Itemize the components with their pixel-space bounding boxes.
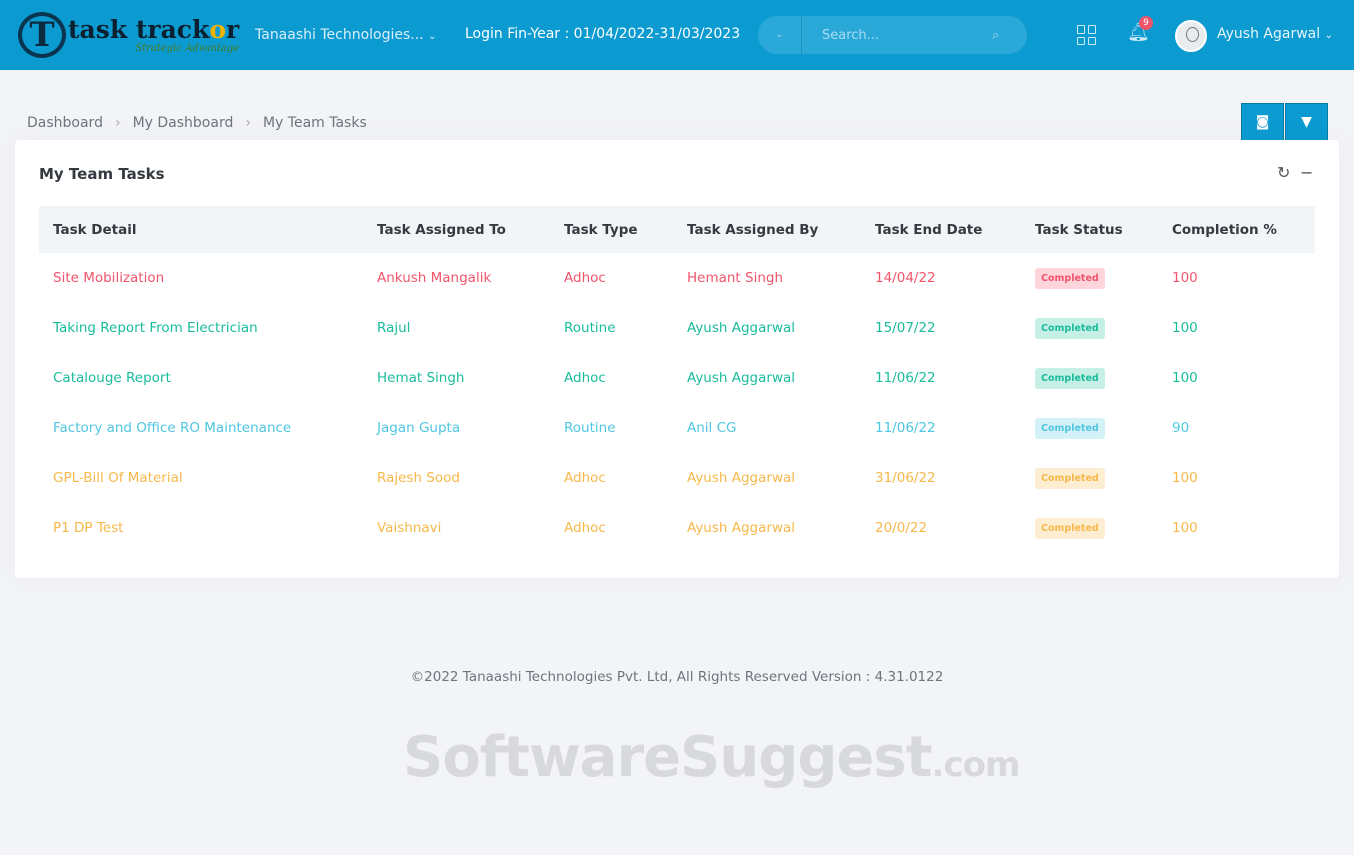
user-name: Ayush Agarwal [1217,26,1321,42]
notification-badge: 9 [1139,16,1153,30]
cell-end: 14/04/22 [875,270,936,286]
cell-by: Hemant Singh [687,270,784,286]
cell-detail[interactable]: Taking Report From Electrician [39,303,363,353]
column-header[interactable]: Task End Date [861,206,1021,253]
filter-button[interactable]: ▼ [1285,103,1328,141]
cell-pct: 100 [1172,470,1198,486]
cell-detail[interactable]: GPL-Bill Of Material [39,453,363,503]
org-selector[interactable]: Tanaashi Technologies... ⌄ [255,27,436,43]
column-header[interactable]: Task Assigned By [673,206,861,253]
camera-icon: ◙ [1255,114,1270,130]
cell-detail[interactable]: Site Mobilization [39,253,363,303]
cell-type: Routine [564,420,616,436]
cell-pct: 100 [1172,270,1198,286]
cell-by: Anil CG [687,420,737,436]
cell-end: 15/07/22 [875,320,936,336]
cell-type: Routine [564,320,616,336]
table-row[interactable]: GPL-Bill Of Material Rajesh Sood Adhoc Ayus… [39,453,1315,503]
cell-by: Ayush Aggarwal [687,520,796,536]
user-menu[interactable]: Ayush Agarwal ⌄ [1217,26,1333,42]
search-dropdown[interactable]: ⌄ [758,16,802,54]
cell-to: Jagan Gupta [377,420,461,436]
cell-type: Adhoc [564,520,606,536]
cell-status: Completed [1021,303,1158,353]
logo-mark: T [18,12,66,58]
table-row[interactable]: P1 DP Test Vaishnavi Adhoc Ayush Aggarwal 20… [39,503,1315,553]
breadcrumb: Dashboard › My Dashboard › My Team Tasks [27,115,367,131]
footer: ©2022 Tanaashi Technologies Pvt. Ltd, Al… [410,669,944,685]
logo-text: task trackor [68,14,240,44]
cell-pct: 100 [1172,320,1198,336]
cell-status: Completed [1021,453,1158,503]
cell-to: Rajul [377,320,411,336]
cell-detail[interactable]: Factory and Office RO Maintenance [39,403,363,453]
camera-button[interactable]: ◙ [1241,103,1284,141]
search-icon[interactable]: ⌕ [992,28,999,43]
cell-by: Ayush Aggarwal [687,370,796,386]
cell-status: Completed [1021,253,1158,303]
cell-end: 31/06/22 [875,470,936,486]
cell-pct: 90 [1172,420,1190,436]
cell-to: Vaishnavi [377,520,442,536]
cell-detail[interactable]: Catalouge Report [39,353,363,403]
column-header[interactable]: Task Detail [39,206,363,253]
column-header[interactable]: Completion % [1158,206,1315,253]
org-label: Tanaashi Technologies... [255,27,424,43]
avatar[interactable] [1175,20,1207,52]
status-badge: Completed [1035,467,1105,489]
cell-end: 20/0/22 [875,520,928,536]
logo[interactable]: T task trackor Strategic Advantage [18,12,239,58]
cell-type: Adhoc [564,470,606,486]
cell-end: 11/06/22 [875,420,936,436]
search-bar: ⌄ ⌕ [758,16,1027,54]
chevron-right-icon: › [245,115,251,131]
refresh-icon[interactable]: ↻ [1277,163,1290,182]
status-badge: Completed [1035,317,1105,339]
cell-to: Rajesh Sood [377,470,460,486]
status-badge: Completed [1035,517,1105,539]
column-header[interactable]: Task Type [550,206,673,253]
status-badge: Completed [1035,417,1105,439]
chevron-down-icon: ⌄ [428,31,437,42]
cell-by: Ayush Aggarwal [687,470,796,486]
search-input[interactable] [822,27,992,43]
cell-type: Adhoc [564,270,606,286]
breadcrumb-current: My Team Tasks [262,115,367,131]
tasks-table: Task Detail Task Assigned To Task Type Task… [39,206,1315,553]
chevron-down-icon: ⌄ [1324,30,1333,41]
fin-year: Login Fin-Year : 01/04/2022-31/03/2023 [465,26,741,42]
logo-tagline: Strategic Advantage [135,42,240,54]
minimize-icon[interactable]: − [1300,163,1313,182]
cell-pct: 100 [1172,370,1198,386]
cell-status: Completed [1021,503,1158,553]
apps-grid-icon[interactable] [1077,25,1097,45]
filter-icon: ▼ [1301,114,1312,130]
watermark-main: SoftwareSuggest [403,725,933,790]
cell-by: Ayush Aggarwal [687,320,796,336]
cell-status: Completed [1021,353,1158,403]
top-bar: T task trackor Strategic Advantage Tanaa… [0,0,1354,70]
breadcrumb-dashboard[interactable]: Dashboard [27,115,103,131]
column-header[interactable]: Task Assigned To [363,206,550,253]
table-row[interactable]: Taking Report From Electrician Rajul Routi… [39,303,1315,353]
cell-to: Ankush Mangalik [377,270,492,286]
chevron-right-icon: › [114,115,121,131]
cell-end: 11/06/22 [875,370,936,386]
cell-pct: 100 [1172,520,1198,536]
cell-type: Adhoc [564,370,606,386]
table-row[interactable]: Catalouge Report Hemat Singh Adhoc Ayush Ag… [39,353,1315,403]
breadcrumb-my-dashboard[interactable]: My Dashboard [133,115,234,131]
status-badge: Completed [1035,367,1105,389]
cell-to: Hemat Singh [377,370,465,386]
team-tasks-card: My Team Tasks ↻ − Task Detail Task Assign… [15,140,1339,578]
watermark-suffix: .com [931,745,1021,785]
cell-detail[interactable]: P1 DP Test [39,503,363,553]
table-row[interactable]: Factory and Office RO Maintenance Jagan G… [39,403,1315,453]
watermark: SoftwareSuggest.com [403,725,1021,790]
table-row[interactable]: Site Mobilization Ankush Mangalik Adhoc Hem… [39,253,1315,303]
status-badge: Completed [1035,267,1105,289]
card-title: My Team Tasks [39,165,165,183]
column-header[interactable]: Task Status [1021,206,1158,253]
cell-status: Completed [1021,403,1158,453]
